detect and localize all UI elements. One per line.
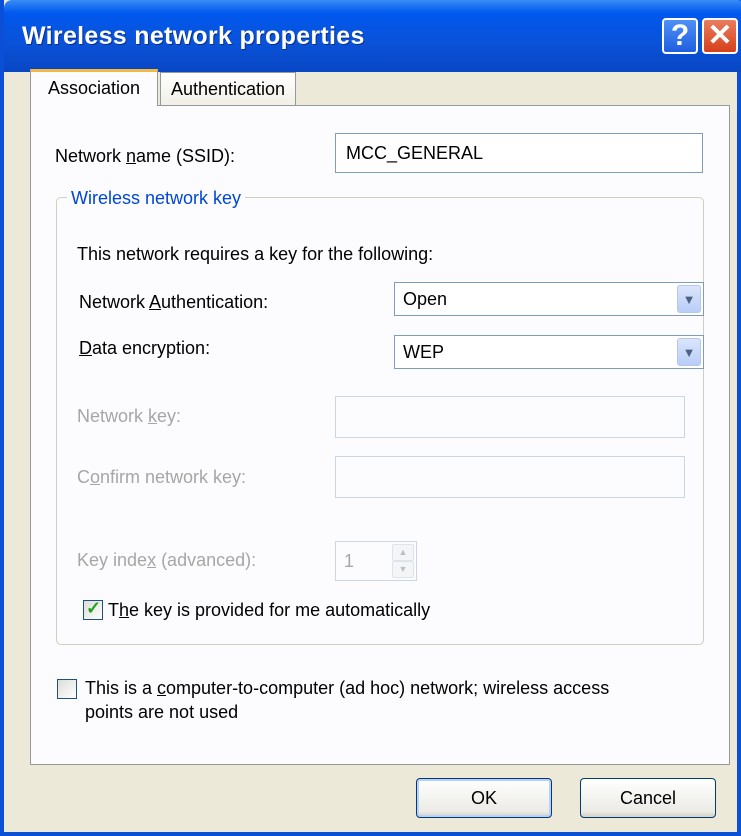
confirm-key-label: Confirm network key: — [77, 467, 247, 487]
data-encryption-select[interactable]: WEP ▼ — [394, 335, 704, 369]
data-encryption-value: WEP — [403, 342, 445, 362]
auto-key-checkbox[interactable]: ✓ — [83, 598, 103, 620]
network-auth-select[interactable]: Open ▼ — [394, 282, 704, 316]
confirm-key-input[interactable] — [335, 456, 685, 498]
tab-authentication[interactable]: Authentication — [160, 72, 296, 105]
cancel-button[interactable]: Cancel — [580, 778, 716, 818]
help-icon: ? — [670, 19, 690, 52]
key-index-value: 1 — [344, 551, 355, 571]
dialog-window: Wireless network properties ? ✕ Associat… — [0, 0, 741, 836]
ssid-input[interactable]: MCC_GENERAL — [335, 133, 703, 173]
requires-key-text: This network requires a key for the foll… — [77, 244, 434, 264]
spin-up-icon[interactable]: ▲ — [392, 544, 414, 561]
auto-key-label[interactable]: The key is provided for me automatically — [108, 600, 430, 621]
checkmark-icon: ✓ — [86, 598, 102, 618]
ok-button[interactable]: OK — [416, 778, 552, 818]
adhoc-checkbox[interactable] — [57, 679, 77, 699]
wireless-key-group-label: Wireless network key — [67, 188, 246, 209]
data-encryption-label: Data encryption: — [79, 338, 211, 358]
close-button[interactable]: ✕ — [702, 18, 738, 54]
network-key-label: Network key: — [77, 406, 182, 426]
adhoc-label[interactable]: This is a computer-to-computer (ad hoc) … — [85, 678, 609, 699]
association-panel: Network name (SSID): MCC_GENERAL Wireles… — [30, 105, 730, 765]
network-key-input[interactable] — [335, 396, 685, 438]
close-icon: ✕ — [707, 19, 733, 52]
window-title: Wireless network properties — [22, 22, 365, 50]
title-bar[interactable]: Wireless network properties ? ✕ — [4, 0, 741, 72]
tab-association[interactable]: Association — [30, 69, 158, 106]
help-button[interactable]: ? — [662, 18, 698, 54]
ssid-label: Network name (SSID): — [55, 146, 236, 166]
network-auth-label: Network Authentication: — [79, 292, 269, 312]
adhoc-label-line2[interactable]: points are not used — [85, 702, 238, 723]
chevron-down-icon[interactable]: ▼ — [677, 285, 701, 313]
chevron-down-icon[interactable]: ▼ — [677, 338, 701, 366]
key-index-spinner[interactable]: 1 ▲ ▼ — [335, 541, 417, 581]
network-auth-value: Open — [403, 289, 448, 309]
key-index-label: Key index (advanced): — [77, 550, 257, 570]
spin-down-icon[interactable]: ▼ — [392, 561, 414, 578]
